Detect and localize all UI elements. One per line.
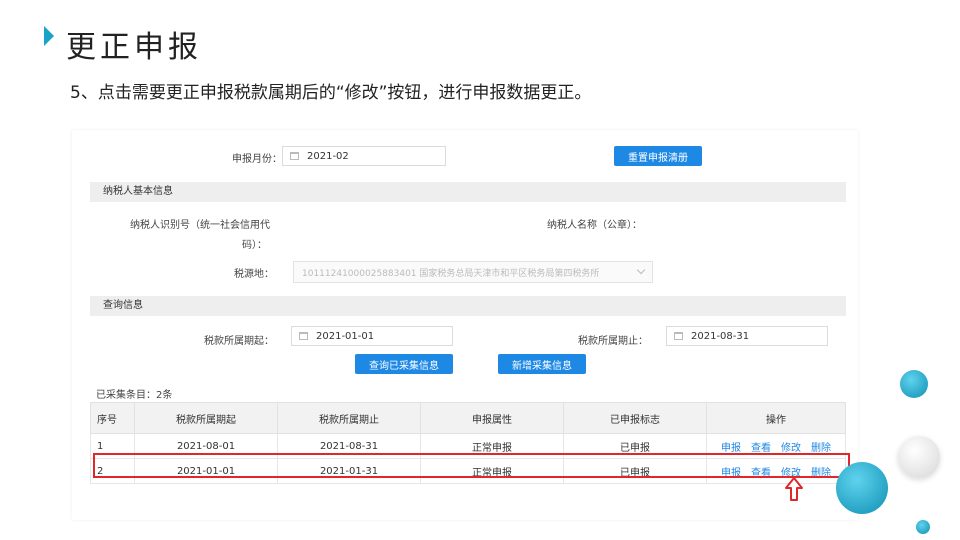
decor-circle-icon <box>836 462 888 514</box>
period-end-value: 2021-08-31 <box>691 330 750 342</box>
period-end-input[interactable]: 2021-08-31 <box>666 326 828 346</box>
declare-link[interactable]: 申报 <box>721 443 741 454</box>
modify-link[interactable]: 修改 <box>781 443 801 454</box>
col-header-actions: 操作 <box>706 402 846 434</box>
tax-source-select[interactable]: 10111241000025883401 国家税务总局天津市和平区税务局第四税务… <box>293 261 653 283</box>
col-header-end: 税款所属期止 <box>277 402 421 434</box>
calendar-icon <box>299 332 308 340</box>
table-header-row: 序号 税款所属期起 税款所属期止 申报属性 已申报标志 操作 <box>90 402 846 434</box>
period-start-label: 税款所属期起： <box>204 336 274 347</box>
decor-circle-icon <box>916 520 930 534</box>
decor-circle-icon <box>900 370 928 398</box>
tax-source-value: 10111241000025883401 国家税务总局天津市和平区税务局第四税务… <box>302 268 600 279</box>
taxpayer-name-label: 纳税人名称（公章）： <box>547 220 642 231</box>
view-link[interactable]: 查看 <box>751 443 771 454</box>
month-value: 2021-02 <box>307 150 349 162</box>
col-header-flag: 已申报标志 <box>563 402 707 434</box>
period-start-input[interactable]: 2021-01-01 <box>291 326 453 346</box>
basic-info-section: 纳税人基本信息 <box>90 182 846 202</box>
decor-circle-icon <box>898 436 940 478</box>
title-marker-icon <box>44 26 54 46</box>
col-header-attr: 申报属性 <box>420 402 564 434</box>
calendar-icon <box>290 152 299 160</box>
period-end-label: 税款所属期止： <box>578 336 648 347</box>
tax-source-label: 税源地： <box>234 269 274 280</box>
chevron-down-icon <box>636 265 646 275</box>
taxpayer-id-label: 纳税人识别号（统一社会信用代 <box>130 220 270 231</box>
up-arrow-icon <box>785 477 803 501</box>
calendar-icon <box>674 332 683 340</box>
slide-title: 更正申报 <box>66 30 202 65</box>
col-header-start: 税款所属期起 <box>134 402 278 434</box>
taxpayer-id-label-cont: 码）： <box>242 240 267 251</box>
month-input[interactable]: 2021-02 <box>282 146 446 166</box>
reset-list-button[interactable]: 重置申报清册 <box>614 146 702 166</box>
month-label: 申报月份： <box>232 154 282 165</box>
add-collection-button[interactable]: 新增采集信息 <box>498 354 586 374</box>
slide-subtitle: 5、点击需要更正申报税款属期后的“修改”按钮，进行申报数据更正。 <box>70 83 592 103</box>
query-collected-button[interactable]: 查询已采集信息 <box>355 354 453 374</box>
delete-link[interactable]: 删除 <box>811 443 831 454</box>
period-start-value: 2021-01-01 <box>316 330 375 342</box>
col-header-no: 序号 <box>90 402 135 434</box>
record-count: 已采集条目：2条 <box>96 390 173 401</box>
row-highlight-box <box>93 453 850 478</box>
query-info-section: 查询信息 <box>90 296 846 316</box>
